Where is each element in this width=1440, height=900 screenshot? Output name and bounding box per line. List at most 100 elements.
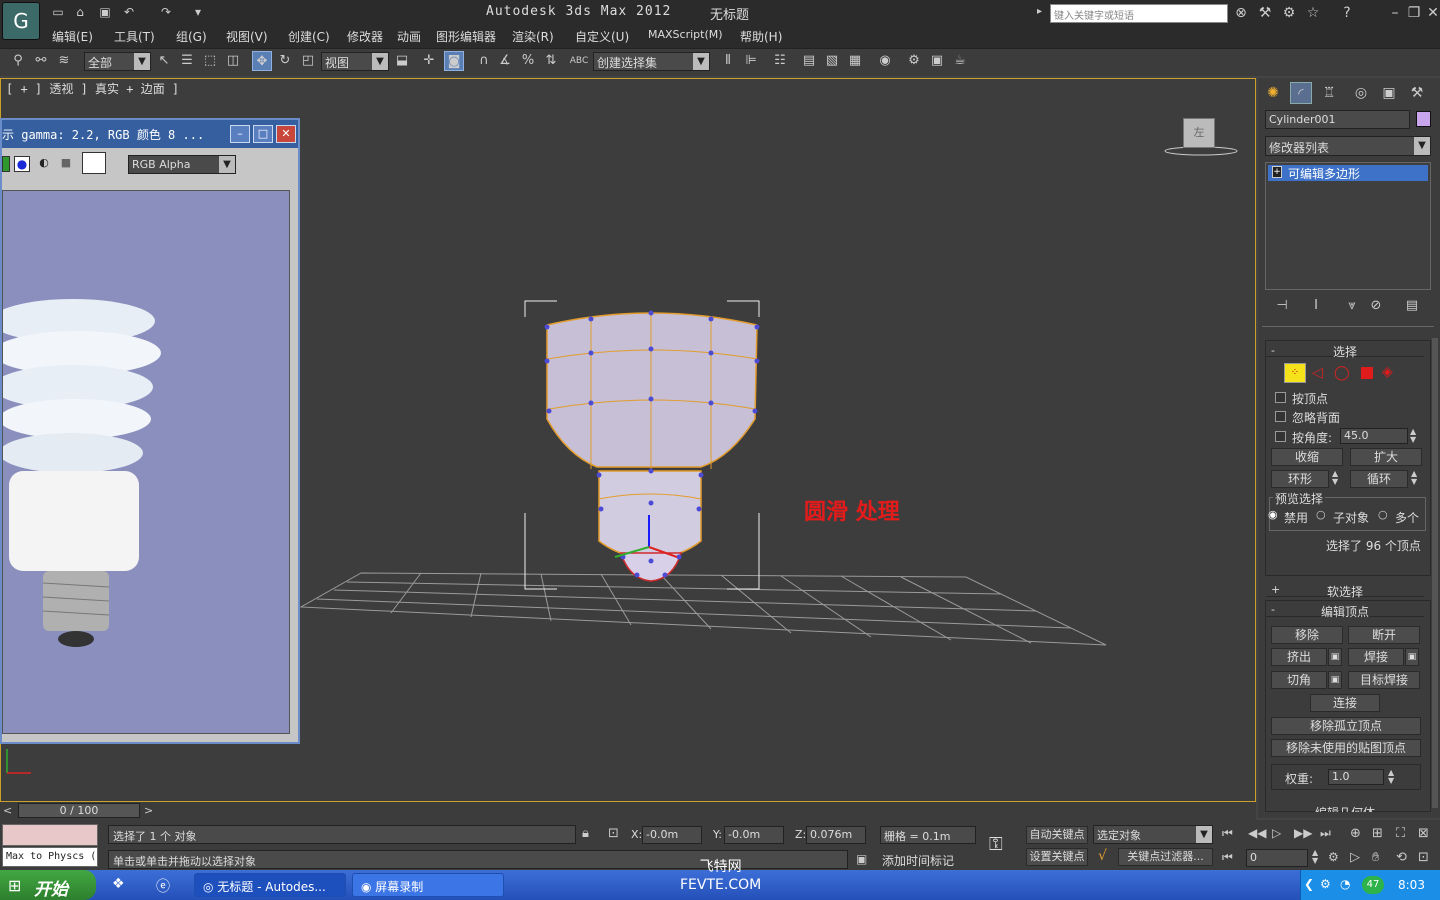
menu-maxscript[interactable]: MAXScript(M) <box>648 28 723 41</box>
loop-button[interactable]: 循环 <box>1350 470 1408 488</box>
swatch-icon[interactable] <box>82 152 106 174</box>
key-filters-button[interactable]: 关键点过滤器... <box>1118 848 1213 866</box>
z-coordinate-field[interactable]: 0.076m <box>806 826 866 844</box>
orbit-icon[interactable]: ⟲ <box>1396 850 1407 865</box>
chamfer-button[interactable]: 切角 <box>1271 671 1327 689</box>
named-selection-sets-dropdown[interactable]: 创建选择集 ▼ <box>593 52 710 71</box>
rendered-frame-window[interactable]: 示 gamma: 2.2, RGB 颜色 8 ... – □ ✕ ● ◐ ■ R… <box>0 118 300 744</box>
menu-views[interactable]: 视图(V) <box>226 28 268 45</box>
viewcube[interactable]: 左 <box>1183 118 1215 148</box>
remove-modifier-icon[interactable]: ⊘ <box>1366 298 1386 314</box>
edge-mode-icon[interactable]: ◁ <box>1312 365 1323 381</box>
zoom-all-icon[interactable]: ⊞ <box>1372 826 1383 841</box>
binoculars-icon[interactable]: ⊗ <box>1232 4 1250 22</box>
panel-scrollbar[interactable] <box>1432 338 1438 808</box>
shrink-button[interactable]: 收缩 <box>1271 448 1343 466</box>
channel-dropdown[interactable]: RGB Alpha ▼ <box>128 155 236 174</box>
tray-badge[interactable]: 47 <box>1362 876 1384 894</box>
selection-lock-icon[interactable]: 🔒︎ <box>582 826 589 841</box>
ring-button[interactable]: 环形 <box>1271 470 1329 488</box>
rendered-frame-window-icon[interactable]: ▣ <box>927 51 947 71</box>
window-crossing-icon[interactable]: ◫ <box>223 51 243 71</box>
open-file-icon[interactable]: ⌂ <box>72 5 88 19</box>
3ds-max-logo-icon[interactable]: G <box>2 2 40 40</box>
goto-end-icon[interactable]: ⏭ <box>1320 826 1331 841</box>
soft-selection-rollout-title[interactable]: 软选择 <box>1266 583 1424 599</box>
current-frame-field[interactable]: 0 <box>1246 849 1308 867</box>
time-slider[interactable]: 0 / 100 <box>18 803 140 818</box>
menu-graph-editors[interactable]: 图形编辑器 <box>436 28 496 45</box>
bind-space-warp-icon[interactable]: ≋ <box>54 51 74 71</box>
manipulate-icon[interactable]: ✛ <box>419 51 439 71</box>
pivot-center-icon[interactable]: ⬓ <box>392 51 412 71</box>
preview-disable-radio[interactable]: ◉ <box>1268 508 1278 521</box>
auto-key-button[interactable]: 自动关键点 <box>1026 826 1088 844</box>
select-by-name-icon[interactable]: ☰ <box>177 51 197 71</box>
utilities-tab-icon[interactable]: ⚒ <box>1406 82 1428 104</box>
motion-tab-icon[interactable]: ◎ <box>1350 82 1372 104</box>
taskbar-3dsmax-button[interactable]: ◎ 无标题 - Autodes... <box>194 873 346 897</box>
align-icon[interactable]: ⊫ <box>741 51 761 71</box>
display-tab-icon[interactable]: ▣ <box>1378 82 1400 104</box>
angle-snap-icon[interactable]: ∡ <box>495 51 515 71</box>
frame-spinner-icon[interactable]: ▲ ▼ <box>1312 849 1318 865</box>
collapse-minus-icon[interactable]: - <box>1271 603 1275 616</box>
connect-button[interactable]: 连接 <box>1310 694 1380 712</box>
tray-arrow-icon[interactable]: ❮ <box>1304 877 1314 891</box>
goto-start-icon[interactable]: ⏮ <box>1222 826 1233 841</box>
remove-isolated-vertices-button[interactable]: 移除孤立顶点 <box>1271 717 1421 735</box>
window-maximize-icon[interactable]: □ <box>253 125 273 143</box>
time-configuration-icon[interactable]: ⚙ <box>1328 850 1339 864</box>
menu-customize[interactable]: 自定义(U) <box>575 28 629 45</box>
ignore-backface-checkbox[interactable] <box>1275 411 1286 422</box>
search-expand-icon[interactable]: ▸ <box>1037 6 1042 17</box>
green-channel-icon[interactable] <box>2 156 10 172</box>
target-weld-button[interactable]: 目标焊接 <box>1348 671 1420 689</box>
maximize-viewport-icon[interactable]: ⊡ <box>1418 850 1429 865</box>
expand-plus-icon[interactable]: + <box>1272 166 1282 178</box>
save-icon[interactable]: ▣ <box>97 5 113 19</box>
spinner-snap-icon[interactable]: ⇅ <box>541 51 561 71</box>
pin-stack-icon[interactable]: ⊣ <box>1272 298 1292 314</box>
zoom-extents-icon[interactable]: ⛶ <box>1396 826 1405 841</box>
preview-subobject-radio[interactable]: ○ <box>1316 508 1326 521</box>
communication-center-icon[interactable]: ⚙ <box>1280 4 1298 22</box>
break-button[interactable]: 断开 <box>1348 626 1420 644</box>
graphite-ribbon-icon[interactable]: ▤ <box>799 51 819 71</box>
vertex-mode-icon[interactable]: ⁘ <box>1284 363 1306 383</box>
material-editor-icon[interactable]: ◉ <box>875 51 895 71</box>
object-name-field[interactable]: Cylinder001 <box>1265 110 1410 129</box>
extrude-settings-icon[interactable]: ▣ <box>1328 648 1342 666</box>
key-mode-dropdown[interactable]: 选定对象 ▼ <box>1093 825 1213 844</box>
edit-vertices-rollout-title[interactable]: 编辑顶点 <box>1266 603 1424 619</box>
monochrome-icon[interactable]: ■ <box>58 156 74 172</box>
weld-settings-icon[interactable]: ▣ <box>1405 648 1419 666</box>
blue-channel-icon[interactable]: ● <box>14 156 30 172</box>
set-key-button[interactable]: 设置关键点 <box>1026 848 1088 866</box>
keyboard-shortcut-override-icon[interactable]: ◙ <box>444 51 464 71</box>
remove-unused-map-verts-button[interactable]: 移除未使用的贴图顶点 <box>1271 739 1421 757</box>
selection-filter-dropdown[interactable]: 全部 ▼ <box>84 52 151 71</box>
new-file-icon[interactable]: ▭ <box>50 5 66 19</box>
ie-browser-icon[interactable]: ⓔ <box>156 876 170 896</box>
modify-tab-icon[interactable]: ◜ <box>1290 82 1312 104</box>
curve-editor-icon[interactable]: ▧ <box>822 51 842 71</box>
maxscript-mini-listener[interactable]: Max to Physcs ( <box>2 847 98 867</box>
select-object-icon[interactable]: ↖ <box>154 51 174 71</box>
rectangular-selection-icon[interactable]: ⬚ <box>200 51 220 71</box>
zoom-extents-all-icon[interactable]: ⊠ <box>1418 826 1429 841</box>
zoom-icon[interactable]: ⊕ <box>1350 826 1361 841</box>
pan-view-icon[interactable]: ✋︎ <box>1372 850 1379 865</box>
window-minimize-icon[interactable]: – <box>230 125 250 143</box>
y-coordinate-field[interactable]: -0.0m <box>724 826 784 844</box>
select-and-scale-icon[interactable]: ◰ <box>298 51 318 71</box>
menu-edit[interactable]: 编辑(E) <box>52 28 93 45</box>
next-frame-icon[interactable]: ▶︎▶︎ <box>1294 826 1312 840</box>
collapse-minus-icon[interactable]: - <box>1271 344 1275 357</box>
weld-button[interactable]: 焊接 <box>1348 648 1404 666</box>
create-tab-icon[interactable]: ✺ <box>1262 82 1284 104</box>
field-of-view-icon[interactable]: ▷ <box>1350 850 1360 865</box>
set-key-icon[interactable]: ⚿ <box>989 834 1003 855</box>
maxscript-listener-pink[interactable] <box>2 824 98 846</box>
menu-create[interactable]: 创建(C) <box>288 28 330 45</box>
